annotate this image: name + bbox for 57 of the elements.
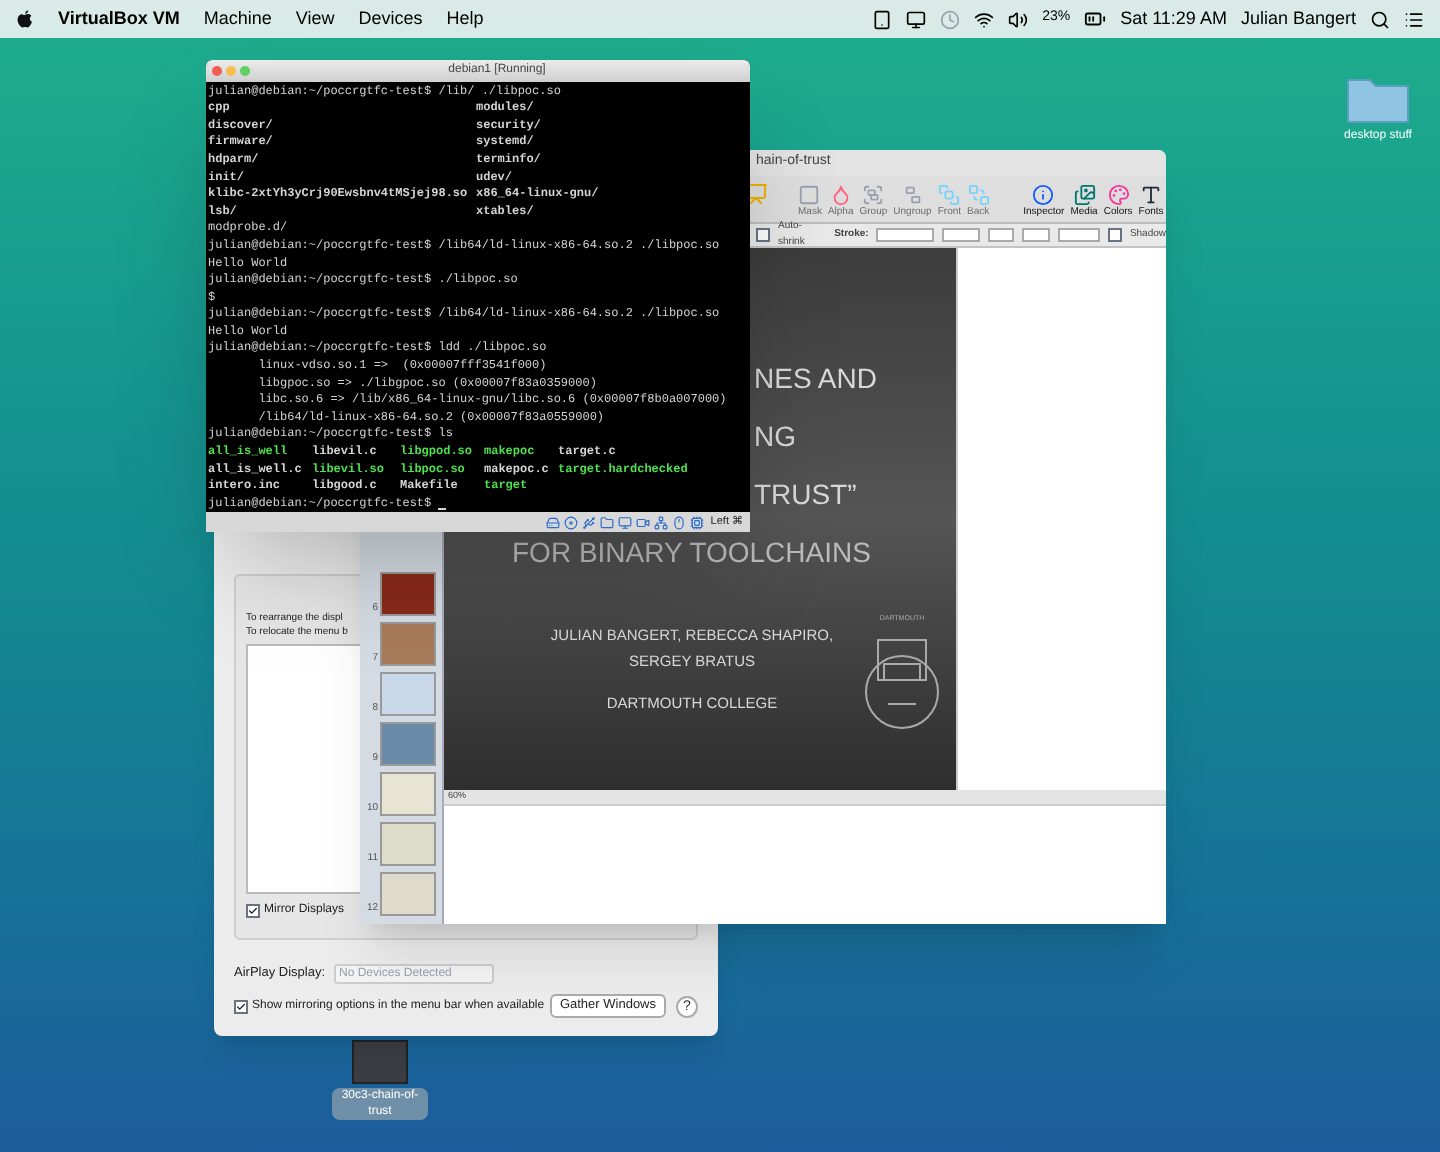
slide-thumbnail[interactable] [380,772,436,816]
toolbar-icon [1032,184,1055,206]
width-field[interactable] [988,228,1015,242]
device-icon[interactable] [672,515,687,530]
toolbar-icon [938,184,961,206]
checkbox[interactable] [756,228,770,242]
slide-title-text: FOR BINARY TOOLCHAINS [510,538,873,566]
device-icon[interactable] [636,515,651,530]
wifi-icon[interactable] [974,9,995,29]
app-menu[interactable]: VirtualBox VM [58,5,180,33]
toolbar-icon [901,184,924,206]
monitor-icon[interactable] [906,9,927,29]
device-icon[interactable] [654,515,669,530]
menu-clock[interactable]: Sat 11:29 AM [1120,5,1227,33]
menu-item[interactable]: Machine [203,5,272,33]
slide-thumbnail[interactable] [380,822,436,866]
stroke-dropdown[interactable] [876,228,934,242]
toolbar-icon [862,184,885,206]
user-name[interactable]: Julian Bangert [1240,5,1356,33]
search-icon[interactable] [1370,9,1390,29]
opacity-field[interactable] [1022,228,1050,242]
toolbar-icon [1073,184,1096,206]
device-icon[interactable] [690,515,705,530]
color-dropdown[interactable] [941,228,981,242]
list-icon[interactable] [1404,9,1424,29]
slide-thumbnail[interactable] [380,872,436,916]
device-icon[interactable] [582,515,597,530]
device-icon[interactable] [600,515,615,530]
device-icon[interactable] [564,515,579,530]
toolbar-icon [1140,184,1163,206]
clock-icon[interactable] [940,9,961,29]
battery-icon[interactable] [1084,8,1107,30]
close-button[interactable] [212,65,222,76]
device-icon[interactable] [546,515,561,530]
menu-item[interactable]: View [295,5,335,33]
slide-thumbnail[interactable] [380,572,436,616]
apple-logo-icon[interactable] [16,9,34,29]
menu-item[interactable]: Devices [358,5,423,33]
style-dropdown[interactable] [1057,228,1100,242]
tablet-icon[interactable] [872,9,893,29]
device-icon[interactable] [618,515,633,530]
slide-title-text: TRUST” [754,480,859,508]
checkbox[interactable] [234,999,248,1013]
slide-thumbnail[interactable] [380,672,436,716]
checkbox[interactable] [1107,228,1122,242]
slide-thumbnail[interactable] [380,622,436,666]
volume-icon[interactable] [1008,9,1029,29]
checkbox[interactable] [246,904,260,918]
toolbar-icon [829,184,852,206]
presentation-icon[interactable] [744,182,768,206]
toolbar-icon [967,184,990,206]
menu-item[interactable]: Help [446,5,484,33]
slide-title-text: NES AND [754,364,879,392]
slide-title-text: NG [754,422,798,450]
toolbar-icon [798,184,821,206]
toolbar-icon [1107,184,1130,206]
slide-thumbnail[interactable] [380,722,436,766]
